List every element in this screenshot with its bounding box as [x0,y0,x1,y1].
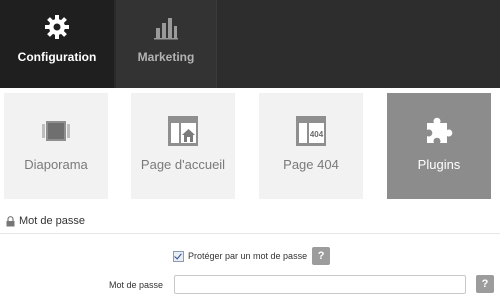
password-label: Mot de passe [109,280,164,290]
sub-tab-strip: Diaporama Page d'accueil 404 Page 404 Pl… [0,93,500,200]
tab-marketing[interactable]: Marketing [116,0,216,88]
protect-password-label[interactable]: Protéger par un mot de passe [188,251,307,261]
tab-label: Plugins [417,157,461,172]
top-navigation-bar: Configuration Marketing [0,0,500,88]
lock-icon [6,215,15,226]
top-bar-filler [216,0,500,88]
tab-plugins[interactable]: Plugins [387,93,491,199]
help-button-password[interactable]: ? [476,275,494,293]
tab-label: Page d'accueil [140,157,226,172]
section-divider [0,233,500,234]
icon-404-text: 404 [310,130,324,139]
tab-label: Marketing [137,50,195,64]
tab-page-404[interactable]: 404 Page 404 [259,93,363,199]
home-page-icon [168,116,198,146]
password-input[interactable] [174,275,466,294]
tab-label: Page 404 [283,157,339,172]
puzzle-icon [427,117,453,143]
tab-label: Diaporama [24,157,88,172]
protect-password-row: Protéger par un mot de passe ? [173,247,331,265]
tab-label: Configuration [17,50,97,64]
tab-configuration[interactable]: Configuration [0,0,114,88]
slideshow-icon [42,121,70,141]
page-404-icon: 404 [296,116,326,146]
section-header: Mot de passe [6,213,85,229]
bar-chart-icon [154,18,178,40]
tab-diaporama[interactable]: Diaporama [4,93,108,199]
gear-icon [45,15,69,39]
tab-page-accueil[interactable]: Page d'accueil [131,93,235,199]
help-button-protect[interactable]: ? [312,247,331,265]
protect-password-checkbox[interactable] [173,250,184,262]
section-title: Mot de passe [19,215,86,227]
